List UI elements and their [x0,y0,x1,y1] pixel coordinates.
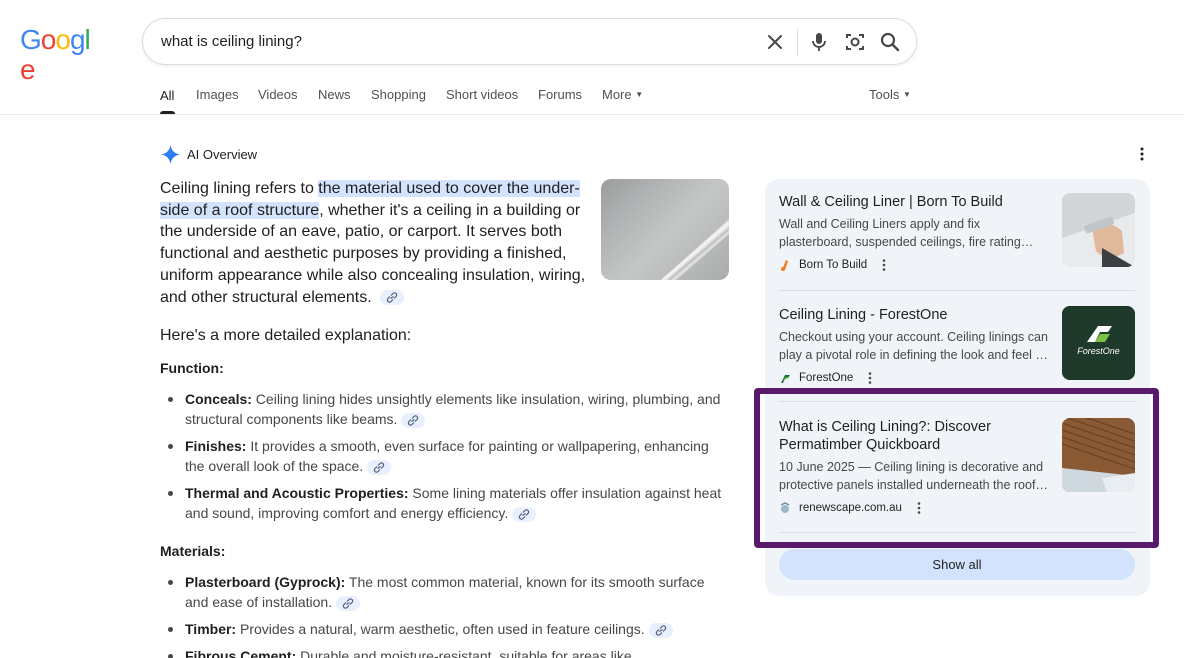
list-item: Finishes: It provides a smooth, even sur… [160,436,730,476]
more-options-icon[interactable] [912,501,926,515]
ai-overview-title: AI Overview [187,146,258,162]
function-heading: Function: [160,360,224,376]
camera-lens-icon[interactable] [843,30,867,54]
source-card-snippet: Checkout using your account. Ceiling lin… [779,330,1048,362]
detail-heading: Here's a more detailed explanation: [160,327,412,344]
search-box[interactable] [142,18,917,65]
caret-down-icon: ▼ [635,90,644,99]
source-card-title[interactable]: Ceiling Lining - ForestOne [779,306,1049,324]
tab-shopping[interactable]: Shopping [371,87,426,107]
logo-letter: g [69,24,86,55]
citation-link-icon[interactable] [367,459,392,475]
card-divider [779,532,1135,533]
list-item: Conceals: Ceiling lining hides unsightly… [160,389,730,429]
close-icon[interactable] [763,30,787,54]
source-card-image[interactable]: ForestOne [1062,306,1135,380]
source-card-image[interactable] [1062,193,1135,267]
citation-link-icon[interactable] [512,506,537,522]
materials-list: Plasterboard (Gyprock): The most common … [160,572,730,658]
list-item-term: Conceals: [185,391,252,407]
list-item: Timber: Provides a natural, warm aesthet… [160,619,730,639]
list-item-term: Fibrous Cement: [185,648,297,658]
list-item-text: Provides a natural, warm aesthetic, ofte… [236,621,645,637]
list-item: Fibrous Cement: Durable and moisture-res… [160,646,730,658]
tab-all[interactable]: All [160,88,174,108]
logo-letter: G [20,24,42,55]
forestone-image-text: ForestOne [1077,346,1120,356]
source-card-site: renewscape.com.au [779,500,1135,516]
renewscape-favicon-icon [780,502,790,513]
tools-button[interactable]: Tools ▼ [869,87,911,107]
born-to-build-favicon-icon [781,260,788,271]
list-item: Thermal and Acoustic Properties: Some li… [160,483,730,523]
list-item-text: It provides a smooth, even surface for p… [185,438,709,474]
source-card-snippet: Wall and Ceiling Liners apply and fix pl… [779,217,1034,249]
forestone-logo-icon: ForestOne [1062,306,1135,380]
function-list: Conceals: Ceiling lining hides unsightly… [160,389,730,530]
tab-videos[interactable]: Videos [258,87,298,107]
source-site-name: Born To Build [799,259,868,271]
list-item-term: Timber: [185,621,237,637]
citation-link-icon[interactable] [401,412,426,428]
citation-link-icon[interactable] [336,595,361,611]
source-site-name: ForestOne [799,372,854,384]
tab-short-videos[interactable]: Short videos [446,87,518,107]
citation-link-icon[interactable] [648,622,673,638]
show-all-button[interactable]: Show all [779,549,1135,580]
search-icon[interactable] [878,30,902,54]
tab-more[interactable]: More ▼ [602,87,643,107]
ceiling-image-thumbnail[interactable] [601,179,729,280]
ai-overview-summary: Ceiling lining refers to the material us… [160,178,595,308]
list-item-text: Ceiling lining hides unsightly elements … [185,391,721,427]
list-item-term: Thermal and Acoustic Properties: [185,485,409,501]
tab-images[interactable]: Images [196,87,239,107]
tab-forums[interactable]: Forums [538,87,582,107]
tab-news[interactable]: News [318,87,351,107]
source-card-image[interactable] [1062,418,1135,492]
summary-intro: Ceiling lining refers to [160,180,319,197]
source-card-snippet: 10 June 2025 — Ceiling lining is decorat… [779,460,1048,492]
forestone-favicon-icon [781,375,790,383]
card-divider [779,290,1135,291]
more-options-icon[interactable] [1134,146,1150,162]
logo-letter: o [40,24,57,55]
card-divider [779,401,1135,402]
list-item-term: Finishes: [185,438,247,454]
source-site-name: renewscape.com.au [799,502,902,514]
list-item-text: Durable and moisture-resistant, suitable… [296,648,632,658]
search-input[interactable] [161,19,751,64]
tab-more-label: More [602,87,632,102]
header-divider [0,114,1184,115]
ai-overview-header: AI Overview [160,143,257,165]
materials-heading: Materials: [160,543,226,559]
caret-down-icon: ▼ [902,90,911,99]
list-item: Plasterboard (Gyprock): The most common … [160,572,730,612]
tools-label: Tools [869,87,900,102]
more-options-icon[interactable] [877,258,891,272]
source-card-title[interactable]: Wall & Ceiling Liner | Born To Build [779,193,1049,211]
google-logo[interactable]: Googl e [20,24,102,85]
citation-link-icon[interactable] [380,289,405,305]
list-item-term: Plasterboard (Gyprock): [185,574,346,590]
microphone-icon[interactable] [807,30,831,54]
logo-letter: l [84,24,91,55]
gemini-sparkle-icon [160,144,181,164]
logo-letter: o [55,24,71,55]
more-options-icon[interactable] [863,371,877,385]
source-card-title[interactable]: What is Ceiling Lining?: Discover Permat… [779,418,1049,454]
search-divider [797,29,798,56]
logo-letter: e [20,54,36,85]
